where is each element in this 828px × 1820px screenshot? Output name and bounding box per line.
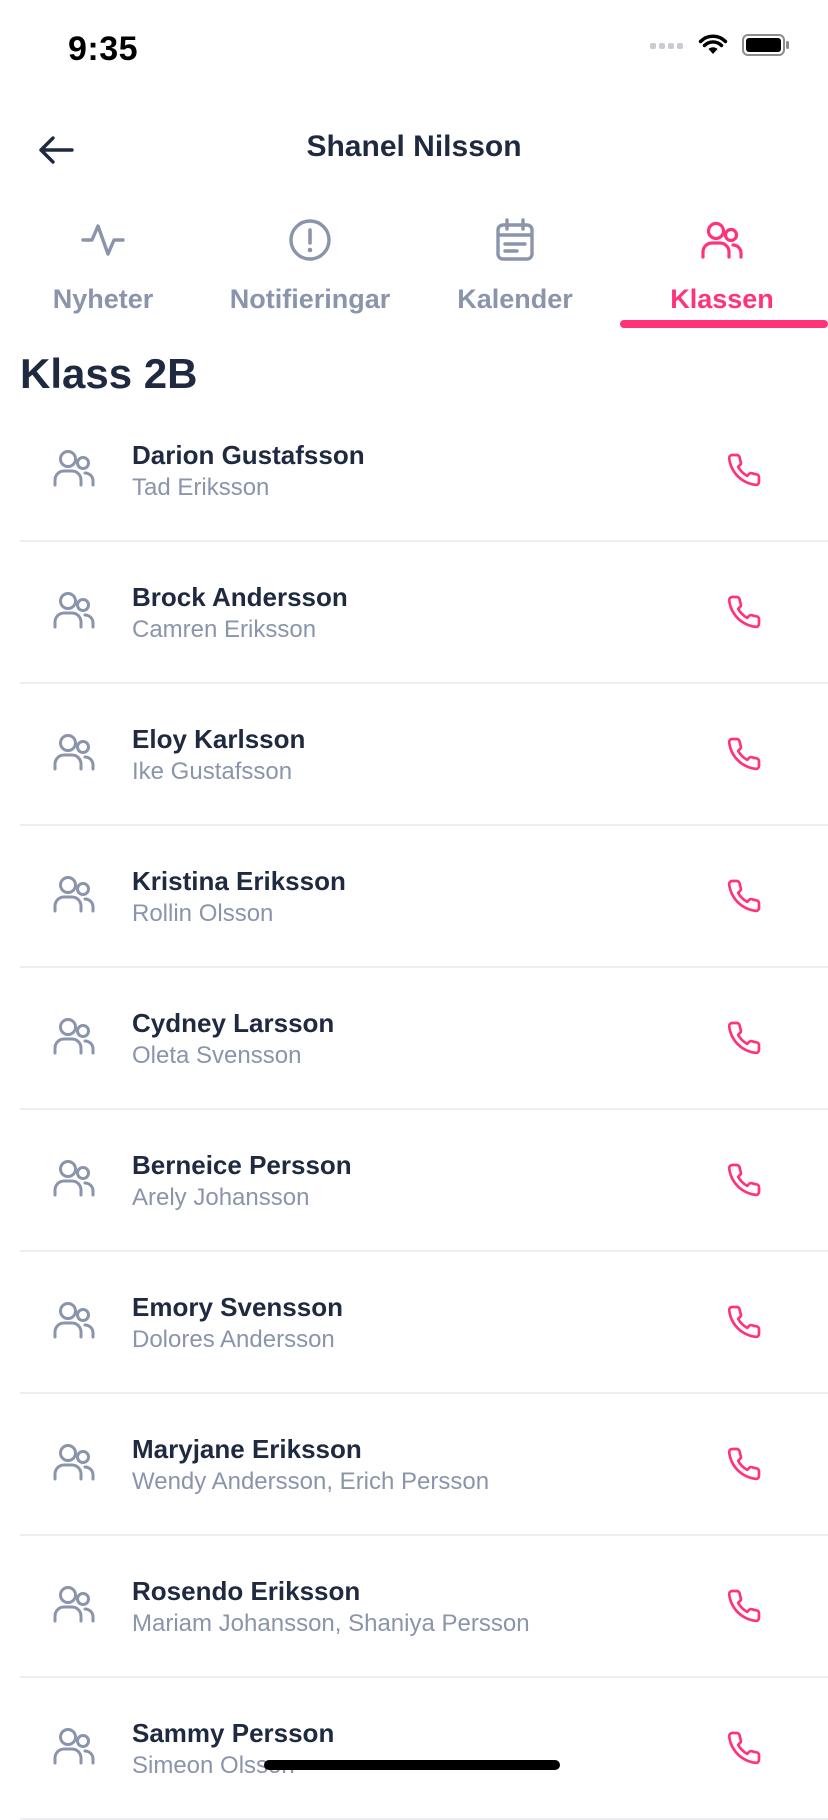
guardian-names: Wendy Andersson, Erich Persson — [132, 1468, 490, 1495]
student-avatar — [52, 1726, 96, 1770]
users-icon — [53, 1444, 95, 1481]
student-row[interactable]: Cydney Larsson Oleta Svensson — [20, 968, 828, 1110]
student-name: Eloy Karlsson — [132, 724, 306, 754]
student-avatar — [52, 732, 96, 776]
student-name: Emory Svensson — [132, 1292, 343, 1322]
calendar-icon — [496, 218, 534, 261]
tab-klassen[interactable]: Klassen — [660, 216, 784, 330]
tab-label: Nyheter — [52, 284, 154, 314]
student-row[interactable]: Kristina Eriksson Rollin Olsson — [20, 826, 828, 968]
student-avatar — [52, 590, 96, 634]
guardian-names: Dolores Andersson — [132, 1326, 335, 1353]
student-row[interactable]: Emory Svensson Dolores Andersson — [20, 1252, 828, 1394]
call-button[interactable] — [720, 1156, 768, 1204]
student-row[interactable]: Sammy Persson Simeon Olsson — [20, 1678, 828, 1820]
tab-label: Klassen — [670, 284, 774, 314]
phone-icon — [727, 879, 761, 913]
student-name: Cydney Larsson — [132, 1008, 335, 1038]
student-row[interactable]: Maryjane Eriksson Wendy Andersson, Erich … — [20, 1394, 828, 1536]
call-button[interactable] — [720, 872, 768, 920]
tab-label: Notifieringar — [229, 284, 391, 314]
tab-kalender[interactable]: Kalender — [450, 216, 580, 330]
call-button[interactable] — [720, 446, 768, 494]
guardian-names: Camren Eriksson — [132, 616, 317, 643]
status-time: 9:35 — [68, 30, 139, 68]
student-name: Sammy Persson — [132, 1718, 335, 1748]
guardian-names: Arely Johansson — [132, 1184, 310, 1211]
student-name: Kristina Eriksson — [132, 866, 346, 896]
guardian-names: Tad Eriksson — [132, 474, 270, 501]
guardian-names: Oleta Svensson — [132, 1042, 302, 1069]
users-icon — [53, 592, 95, 629]
tab-nyheter[interactable]: Nyheter — [40, 216, 166, 330]
users-icon — [53, 1728, 95, 1765]
student-row[interactable]: Rosendo Eriksson Mariam Johansson, Shaniy… — [20, 1536, 828, 1678]
student-name: Maryjane Eriksson — [132, 1434, 362, 1464]
student-row[interactable]: Brock Andersson Camren Eriksson — [20, 542, 828, 684]
wifi-icon — [698, 34, 728, 54]
student-row[interactable]: Darion Gustafsson Tad Eriksson — [20, 400, 828, 542]
navigation-header: Shanel Nilsson — [0, 108, 828, 192]
student-name: Rosendo Eriksson — [132, 1576, 361, 1606]
phone-icon — [727, 1163, 761, 1197]
student-avatar — [52, 1442, 96, 1486]
users-icon — [53, 1160, 95, 1197]
section-title: Klass 2B — [20, 350, 198, 397]
phone-icon — [727, 1731, 761, 1765]
student-avatar — [52, 874, 96, 918]
phone-icon — [727, 1447, 761, 1481]
call-button[interactable] — [720, 1440, 768, 1488]
call-button[interactable] — [720, 1724, 768, 1772]
users-icon — [53, 1018, 95, 1055]
phone-icon — [727, 453, 761, 487]
student-avatar — [52, 448, 96, 492]
student-avatar — [52, 1016, 96, 1060]
student-row[interactable]: Berneice Persson Arely Johansson — [20, 1110, 828, 1252]
phone-icon — [727, 1021, 761, 1055]
student-list: Darion Gustafsson Tad Eriksson Brock Ander… — [20, 400, 828, 1820]
status-icons — [650, 34, 790, 56]
users-icon — [53, 1586, 95, 1623]
users-icon — [53, 450, 95, 487]
student-name: Berneice Persson — [132, 1150, 352, 1180]
student-name: Brock Andersson — [132, 582, 348, 612]
tab-bar: Nyheter Notifieringar Kalender Klassen — [0, 216, 828, 330]
cellular-signal-icon — [650, 43, 683, 49]
tab-notifieringar[interactable]: Notifieringar — [200, 216, 420, 330]
phone-icon — [727, 737, 761, 771]
alert-circle-icon — [289, 219, 331, 261]
battery-icon — [742, 34, 789, 56]
call-button[interactable] — [720, 1298, 768, 1346]
student-row[interactable]: Eloy Karlsson Ike Gustafsson — [20, 684, 828, 826]
call-button[interactable] — [720, 1014, 768, 1062]
phone-icon — [727, 1305, 761, 1339]
student-avatar — [52, 1584, 96, 1628]
page-title: Shanel Nilsson — [306, 130, 522, 163]
tab-label: Kalender — [457, 284, 573, 314]
phone-icon — [727, 1589, 761, 1623]
users-icon — [701, 221, 743, 259]
home-indicator — [264, 1760, 560, 1770]
guardian-names: Mariam Johansson, Shaniya Persson — [132, 1610, 530, 1637]
users-icon — [53, 734, 95, 771]
student-avatar — [52, 1300, 96, 1344]
active-tab-indicator — [620, 320, 828, 328]
call-button[interactable] — [720, 730, 768, 778]
guardian-names: Rollin Olsson — [132, 900, 274, 927]
status-bar: 9:35 — [0, 0, 828, 100]
call-button[interactable] — [720, 1582, 768, 1630]
call-button[interactable] — [720, 588, 768, 636]
student-name: Darion Gustafsson — [132, 440, 365, 470]
activity-icon — [81, 224, 125, 256]
guardian-names: Ike Gustafsson — [132, 758, 293, 785]
phone-icon — [727, 595, 761, 629]
users-icon — [53, 1302, 95, 1339]
student-avatar — [52, 1158, 96, 1202]
users-icon — [53, 876, 95, 913]
